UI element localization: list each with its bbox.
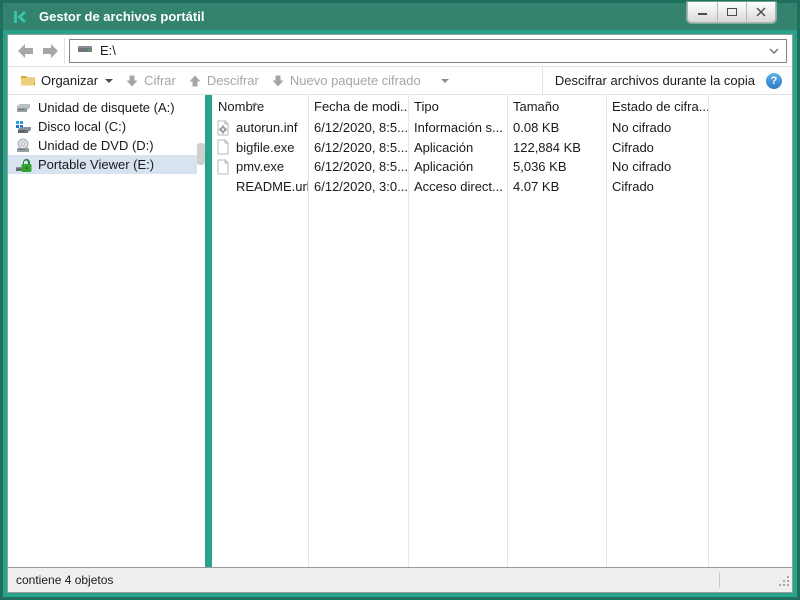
chevron-down-icon[interactable] <box>769 48 779 54</box>
header-name[interactable]: Nombre <box>212 99 308 114</box>
file-size: 122,884 KB <box>507 140 606 155</box>
file-type: Aplicación <box>408 140 507 155</box>
drive-label: Unidad de DVD (D:) <box>38 138 154 153</box>
nav-separator <box>64 38 65 64</box>
document-file-icon <box>215 159 231 175</box>
file-list: Nombre Fecha de modi... Tipo Tamaño Esta… <box>212 95 792 567</box>
file-name: bigfile.exe <box>236 140 295 155</box>
decrypt-label: Descifrar <box>207 73 259 88</box>
toolbar-right-section: Descifrar archivos durante la copia ? <box>542 67 792 94</box>
drive-item-c[interactable]: Disco local (C:) <box>8 117 197 136</box>
header-type[interactable]: Tipo <box>408 99 507 114</box>
kaspersky-logo-icon <box>11 8 29 26</box>
hard-drive-icon <box>15 119 32 135</box>
file-date: 6/12/2020, 3:0... <box>308 179 408 194</box>
close-button[interactable] <box>746 2 775 22</box>
file-date: 6/12/2020, 8:5... <box>308 159 408 174</box>
blank-file-icon <box>215 178 231 194</box>
window-frame: E:\ Organizar <box>3 30 797 597</box>
organize-label: Organizar <box>41 73 98 88</box>
drive-list: Unidad de disquete (A:) <box>8 95 205 567</box>
new-package-arrow-down-icon <box>271 74 285 88</box>
title-bar[interactable]: Gestor de archivos portátil <box>3 3 797 30</box>
new-package-caret-icon <box>441 79 449 83</box>
file-row-autorun[interactable]: autorun.inf 6/12/2020, 8:5... Informació… <box>212 118 792 138</box>
maximize-icon <box>727 8 737 16</box>
locked-drive-icon <box>15 157 32 173</box>
file-size: 0.08 KB <box>507 120 606 135</box>
file-status: No cifrado <box>606 159 708 174</box>
encrypt-button[interactable]: Cifrar <box>119 67 182 94</box>
window-title: Gestor de archivos portátil <box>39 9 204 24</box>
folder-icon <box>20 74 36 87</box>
document-file-icon <box>215 139 231 155</box>
minimize-button[interactable] <box>688 2 717 22</box>
encrypt-arrow-down-icon <box>125 74 139 88</box>
file-name: autorun.inf <box>236 120 297 135</box>
new-package-dropdown-button[interactable] <box>427 67 455 94</box>
status-bar: contiene 4 objetos <box>8 567 792 592</box>
file-row-bigfile[interactable]: bigfile.exe 6/12/2020, 8:5... Aplicación… <box>212 138 792 158</box>
file-row-pmv[interactable]: pmv.exe 6/12/2020, 8:5... Aplicación 5,0… <box>212 157 792 177</box>
drive-item-d[interactable]: Unidad de DVD (D:) <box>8 136 197 155</box>
decrypt-button[interactable]: Descifrar <box>182 67 265 94</box>
drive-label: Unidad de disquete (A:) <box>38 100 175 115</box>
floppy-drive-icon <box>15 100 32 116</box>
decrypt-on-copy-label: Descifrar archivos durante la copia <box>543 73 766 88</box>
forward-arrow-icon <box>40 43 60 59</box>
file-name: pmv.exe <box>236 159 284 174</box>
address-text: E:\ <box>100 43 116 58</box>
drive-icon <box>77 42 93 60</box>
window-content: E:\ Organizar <box>7 34 793 593</box>
list-header: Nombre Fecha de modi... Tipo Tamaño Esta… <box>212 95 792 118</box>
maximize-button[interactable] <box>717 2 746 22</box>
pane-splitter[interactable] <box>205 95 212 567</box>
status-text: contiene 4 objetos <box>16 573 113 587</box>
drive-label: Disco local (C:) <box>38 119 126 134</box>
file-date: 6/12/2020, 8:5... <box>308 120 408 135</box>
organize-caret-icon <box>105 79 113 83</box>
status-separator <box>719 572 720 588</box>
resize-grip-icon[interactable] <box>778 575 790 590</box>
new-package-button[interactable]: Nuevo paquete cifrado <box>265 67 427 94</box>
encrypt-label: Cifrar <box>144 73 176 88</box>
file-row-readme[interactable]: README.url 6/12/2020, 3:0... Acceso dire… <box>212 177 792 197</box>
minimize-icon <box>698 13 707 15</box>
toolbar: Organizar Cifrar Descifrar <box>8 67 792 95</box>
window-controls <box>687 2 776 23</box>
sort-ascending-icon <box>250 95 260 110</box>
drive-item-a[interactable]: Unidad de disquete (A:) <box>8 98 197 117</box>
file-type: Aplicación <box>408 159 507 174</box>
organize-button[interactable]: Organizar <box>14 67 119 94</box>
decrypt-arrow-up-icon <box>188 74 202 88</box>
splitter-grip[interactable] <box>197 143 205 165</box>
help-icon[interactable]: ? <box>766 73 782 89</box>
new-package-label: Nuevo paquete cifrado <box>290 73 421 88</box>
dvd-drive-icon <box>15 138 32 154</box>
header-status[interactable]: Estado de cifra... <box>606 99 708 114</box>
address-bar[interactable]: E:\ <box>69 39 787 63</box>
file-size: 5,036 KB <box>507 159 606 174</box>
file-type: Acceso direct... <box>408 179 507 194</box>
file-status: No cifrado <box>606 120 708 135</box>
file-status: Cifrado <box>606 179 708 194</box>
back-button[interactable] <box>14 39 38 63</box>
file-name: README.url <box>236 179 308 194</box>
drive-item-e-selected[interactable]: Portable Viewer (E:) <box>8 155 197 174</box>
gear-file-icon <box>215 120 231 136</box>
file-date: 6/12/2020, 8:5... <box>308 140 408 155</box>
file-size: 4.07 KB <box>507 179 606 194</box>
back-arrow-icon <box>16 43 36 59</box>
header-date[interactable]: Fecha de modi... <box>308 99 408 114</box>
header-size[interactable]: Tamaño <box>507 99 606 114</box>
drive-label: Portable Viewer (E:) <box>38 157 154 172</box>
file-status: Cifrado <box>606 140 708 155</box>
forward-button[interactable] <box>38 39 62 63</box>
navigation-bar: E:\ <box>8 35 792 67</box>
file-type: Información s... <box>408 120 507 135</box>
portable-file-manager-window: Gestor de archivos portátil <box>0 0 800 600</box>
main-area: Unidad de disquete (A:) <box>8 95 792 567</box>
close-icon <box>756 7 766 17</box>
